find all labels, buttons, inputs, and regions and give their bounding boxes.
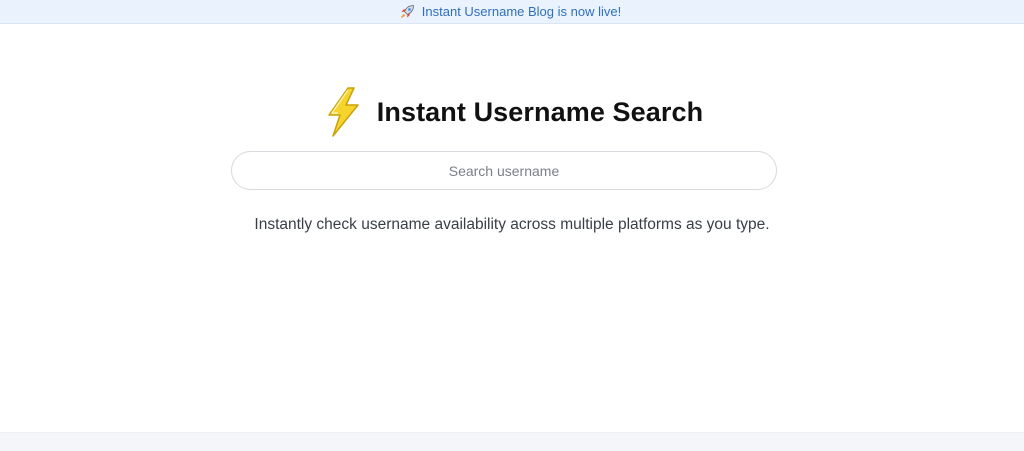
lightning-bolt-icon <box>321 86 365 138</box>
blog-announcement-link[interactable]: Instant Username Blog is now live! <box>399 4 621 20</box>
announcement-banner: Instant Username Blog is now live! <box>0 0 1024 24</box>
title-row: Instant Username Search <box>0 86 1024 138</box>
rocket-icon <box>399 4 415 20</box>
page-title: Instant Username Search <box>376 96 704 127</box>
footer-strip <box>0 432 1024 451</box>
banner-link-text[interactable]: Instant Username Blog is now live! <box>422 4 621 19</box>
search-container <box>231 151 777 190</box>
main-content: Instant Username Search Instantly check … <box>0 24 1024 432</box>
search-username-input[interactable] <box>231 151 777 190</box>
tagline: Instantly check username availability ac… <box>254 216 770 233</box>
